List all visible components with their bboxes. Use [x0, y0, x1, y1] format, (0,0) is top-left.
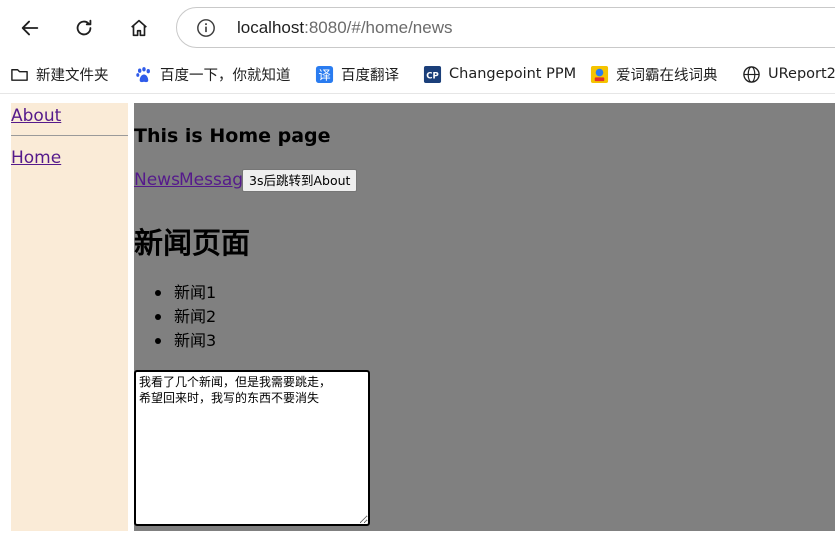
- reload-icon: [76, 19, 92, 36]
- address-bar[interactable]: localhost:8080/#/home/news: [176, 7, 835, 48]
- baidu-translate-icon: 译: [315, 65, 334, 84]
- bullet-icon: [155, 338, 161, 344]
- list-item: 新闻1: [134, 281, 216, 305]
- site-info-icon[interactable]: [195, 17, 217, 39]
- news-heading: 新闻页面: [134, 226, 251, 260]
- bookmark-ureport2[interactable]: UReport2: [742, 62, 835, 86]
- browser-toolbar: localhost:8080/#/home/news: [0, 0, 835, 54]
- home-icon: [131, 19, 147, 37]
- changepoint-icon: CP: [423, 65, 442, 84]
- page-viewport: About Home This is Home page News Messag…: [0, 95, 835, 540]
- back-button[interactable]: [12, 10, 48, 46]
- subnav-news-link[interactable]: News: [134, 170, 180, 190]
- svg-text:译: 译: [318, 68, 330, 82]
- bookmark-label: 新建文件夹: [36, 67, 109, 84]
- iciba-icon: [590, 65, 609, 84]
- bookmark-changepoint[interactable]: CP Changepoint PPM: [423, 62, 576, 86]
- bookmark-label: Changepoint PPM: [449, 66, 577, 82]
- bullet-icon: [155, 290, 161, 296]
- list-item: 新闻2: [134, 305, 216, 329]
- news-item-label: 新闻1: [174, 283, 217, 302]
- news-list: 新闻1 新闻2 新闻3: [134, 281, 216, 353]
- sidebar-item-about[interactable]: About: [11, 106, 61, 126]
- redirect-about-button[interactable]: 3s后跳转到About: [242, 169, 358, 192]
- bookmarks-bar: 新建文件夹 百度一下，你就知道 译 百度翻译 CP Changepoint PP…: [0, 54, 835, 94]
- main-panel: This is Home page News Message 3s后跳转到Abo…: [134, 103, 835, 531]
- bookmark-label: 百度一下，你就知道: [160, 67, 291, 84]
- bookmark-new-folder[interactable]: 新建文件夹: [10, 62, 109, 86]
- sidebar-item-home[interactable]: Home: [11, 148, 61, 168]
- bullet-icon: [155, 314, 161, 320]
- back-arrow-icon: [21, 20, 39, 36]
- news-item-label: 新闻3: [174, 331, 217, 350]
- url-text[interactable]: localhost:8080/#/home/news: [237, 17, 453, 39]
- url-path: :8080/#/home/news: [304, 18, 453, 37]
- note-textarea[interactable]: 我看了几个新闻，但是我需要跳走， 希望回来时，我写的东西不要消失: [134, 370, 370, 526]
- folder-icon: [10, 65, 29, 84]
- bookmark-baidu[interactable]: 百度一下，你就知道: [134, 62, 291, 86]
- sidebar-divider: [11, 135, 128, 136]
- bookmark-baidu-translate[interactable]: 译 百度翻译: [315, 62, 399, 86]
- bookmark-label: 百度翻译: [341, 67, 399, 84]
- list-item: 新闻3: [134, 329, 216, 353]
- home-button[interactable]: [121, 10, 157, 46]
- url-host: localhost: [237, 18, 305, 37]
- globe-icon: [742, 65, 761, 84]
- sidebar: About Home: [11, 103, 128, 531]
- bookmark-label: 爱词霸在线词典: [616, 67, 718, 84]
- bookmark-label: UReport2: [768, 66, 835, 82]
- reload-button[interactable]: [66, 10, 102, 46]
- baidu-paw-icon: [134, 65, 153, 84]
- page-title: This is Home page: [134, 125, 331, 147]
- news-item-label: 新闻2: [174, 307, 217, 326]
- svg-text:CP: CP: [426, 71, 439, 81]
- bookmark-iciba[interactable]: 爱词霸在线词典: [590, 62, 718, 86]
